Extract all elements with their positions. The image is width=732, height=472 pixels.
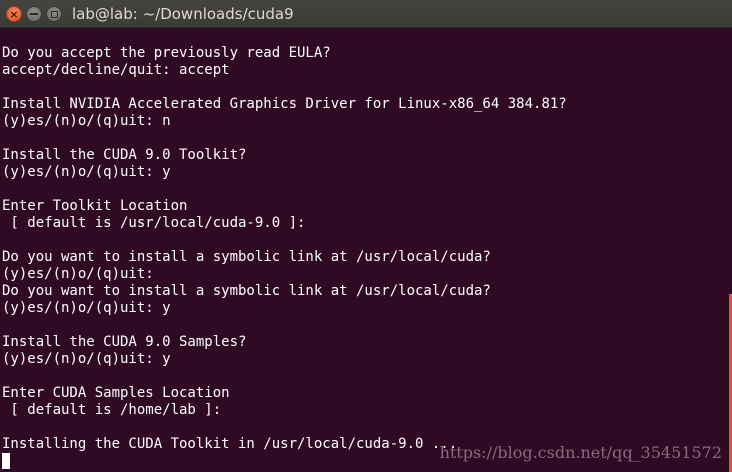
terminal-line-text: Do you want to install a symbolic link a… xyxy=(2,249,491,265)
terminal-line: [ default is /home/lab ]: xyxy=(2,402,724,419)
terminal-line: Install the CUDA 9.0 Samples? xyxy=(2,334,724,351)
terminal-line-text: Do you want to install a symbolic link a… xyxy=(2,283,491,299)
terminal-line-text: Enter Toolkit Location xyxy=(2,198,188,214)
terminal-line: (y)es/(n)o/(q)uit: n xyxy=(2,113,724,130)
terminal-line: (y)es/(n)o/(q)uit: y xyxy=(2,300,724,317)
terminal-line-text: Do you accept the previously read EULA? xyxy=(2,45,331,61)
terminal-line-text: Install NVIDIA Accelerated Graphics Driv… xyxy=(2,96,567,112)
terminal-line-text: Install the CUDA 9.0 Samples? xyxy=(2,334,247,350)
minimize-icon xyxy=(30,13,38,15)
title-bar[interactable]: × lab@lab: ~/Downloads/cuda9 xyxy=(0,0,732,28)
terminal-line-text: Installing the CUDA Toolkit in /usr/loca… xyxy=(2,436,458,452)
terminal-line: Enter CUDA Samples Location xyxy=(2,385,724,402)
terminal-line-text: Install the CUDA 9.0 Toolkit? xyxy=(2,147,247,163)
window-title: lab@lab: ~/Downloads/cuda9 xyxy=(72,5,294,23)
terminal-line-text: Enter CUDA Samples Location xyxy=(2,385,230,401)
terminal-line-text: (y)es/(n)o/(q)uit: y xyxy=(2,351,171,367)
terminal-output[interactable]: Do you accept the previously read EULA? a… xyxy=(0,28,724,472)
terminal-line: (y)es/(n)o/(q)uit: y xyxy=(2,351,724,368)
scrollbar[interactable] xyxy=(726,28,732,472)
terminal-line-text: (y)es/(n)o/(q)uit: n xyxy=(2,113,171,129)
terminal-line-text: (y)es/(n)o/(q)uit: y xyxy=(2,300,171,316)
terminal-line: Do you want to install a symbolic link a… xyxy=(2,283,724,300)
terminal-line-text: [ default is /home/lab ]: xyxy=(2,402,222,418)
close-button[interactable]: × xyxy=(6,6,22,22)
terminal-window: × lab@lab: ~/Downloads/cuda9 Do you acce… xyxy=(0,0,732,472)
terminal-line-text: (y)es/(n)o/(q)uit: y xyxy=(2,164,171,180)
terminal-line-text: accept/decline/quit: accept xyxy=(2,62,230,78)
terminal-line: accept/decline/quit: accept xyxy=(2,62,724,79)
close-icon: × xyxy=(9,7,19,21)
terminal-line: Do you accept the previously read EULA? xyxy=(2,45,724,62)
terminal-line: (y)es/(n)o/(q)uit: xyxy=(2,266,724,283)
terminal-line: [ default is /usr/local/cuda-9.0 ]: xyxy=(2,215,724,232)
maximize-icon xyxy=(50,10,58,18)
maximize-button[interactable] xyxy=(46,6,62,22)
terminal-line: Install the CUDA 9.0 Toolkit? xyxy=(2,147,724,164)
terminal-line: Install NVIDIA Accelerated Graphics Driv… xyxy=(2,96,724,113)
terminal-line: Do you want to install a symbolic link a… xyxy=(2,249,724,266)
terminal-line: Enter Toolkit Location xyxy=(2,198,724,215)
terminal-line: (y)es/(n)o/(q)uit: y xyxy=(2,164,724,181)
terminal-line-text: (y)es/(n)o/(q)uit: xyxy=(2,266,154,282)
minimize-button[interactable] xyxy=(26,6,42,22)
text-cursor xyxy=(2,453,10,469)
watermark: https://blog.csdn.net/qq_35451572 xyxy=(439,443,722,462)
terminal-line-text: [ default is /usr/local/cuda-9.0 ]: xyxy=(2,215,306,231)
